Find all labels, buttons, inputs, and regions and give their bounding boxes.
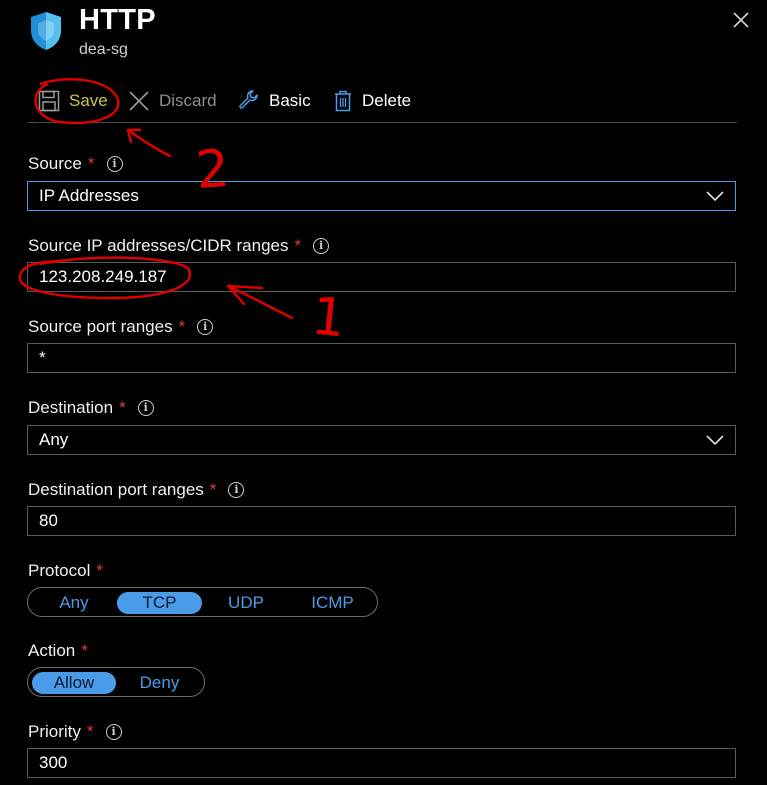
info-icon[interactable]: i [228, 482, 245, 498]
info-icon[interactable]: i [105, 724, 122, 740]
delete-button[interactable]: Delete [333, 88, 411, 114]
delete-label: Delete [362, 91, 412, 110]
info-icon[interactable]: i [197, 319, 214, 335]
source-dropdown[interactable]: IP Addresses [27, 181, 736, 211]
source-ip-input[interactable]: 123.208.249.187 [27, 262, 736, 292]
action-label: Action * [28, 641, 88, 660]
source-port-label: Source port ranges * i [28, 317, 214, 337]
destination-dropdown[interactable]: Any [27, 425, 736, 455]
panel-title: HTTP [79, 4, 156, 36]
protocol-selector: Any TCP UDP ICMP [27, 587, 378, 617]
discard-label: Discard [159, 91, 217, 110]
chevron-down-icon [706, 191, 724, 202]
source-label: Source * i [28, 154, 123, 174]
dest-port-input[interactable]: 80 [27, 506, 736, 536]
command-bar: Save Discard Basic Delete [28, 82, 737, 123]
chevron-down-icon [706, 435, 724, 446]
save-label: Save [69, 91, 108, 110]
dest-port-label: Destination port ranges * i [28, 480, 245, 500]
protocol-option-icmp[interactable]: ICMP [290, 592, 375, 614]
arrow-2 [126, 128, 172, 158]
action-selector: Allow Deny [27, 667, 205, 697]
close-icon[interactable] [731, 10, 751, 30]
save-icon [38, 90, 60, 112]
discard-button[interactable]: Discard [128, 88, 217, 114]
info-icon[interactable]: i [137, 400, 154, 416]
source-port-input[interactable]: * [27, 343, 736, 373]
priority-label: Priority * i [28, 722, 122, 742]
annotation-number-1: 1 [308, 286, 349, 350]
annotation-number-2: 2 [193, 138, 232, 202]
info-icon[interactable]: i [313, 238, 330, 254]
protocol-option-udp[interactable]: UDP [203, 592, 289, 614]
save-button[interactable]: Save [38, 88, 108, 114]
protocol-label: Protocol * [28, 561, 103, 580]
panel-subtitle: dea-sg [79, 41, 128, 58]
discard-icon [129, 91, 149, 111]
wrench-icon [239, 90, 258, 109]
info-icon[interactable]: i [106, 156, 123, 172]
protocol-option-any[interactable]: Any [32, 592, 116, 614]
trash-icon [335, 90, 351, 112]
source-ip-label: Source IP addresses/CIDR ranges * i [28, 236, 330, 256]
basic-button[interactable]: Basic [238, 88, 311, 114]
basic-label: Basic [269, 91, 311, 110]
action-option-deny[interactable]: Deny [117, 672, 202, 694]
shield-icon [31, 12, 61, 50]
priority-input[interactable]: 300 [27, 748, 736, 778]
protocol-option-tcp[interactable]: TCP [117, 592, 202, 614]
action-option-allow[interactable]: Allow [32, 672, 116, 694]
destination-label: Destination * i [28, 398, 154, 418]
